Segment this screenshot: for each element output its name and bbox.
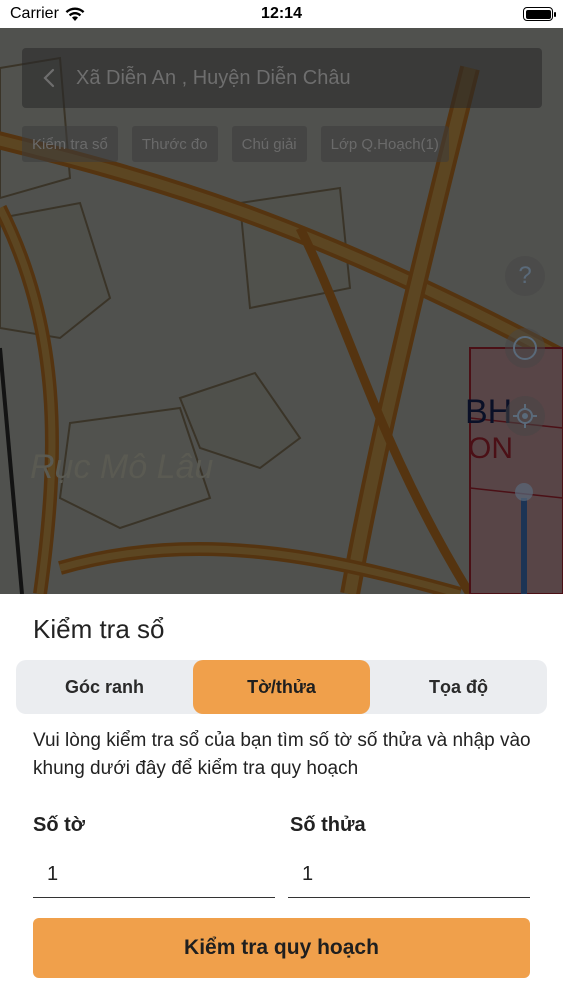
kiem-tra-so-sheet: Kiểm tra sổ Góc ranh Tờ/thửa Tọa độ Vui …: [0, 594, 563, 1000]
location-search-bar[interactable]: Xã Diễn An , Huyện Diễn Châu: [22, 48, 542, 108]
map-view[interactable]: BH ON Rục Mô Lâu Xã Diễn An , Huyện Diễn…: [0, 28, 563, 594]
so-thua-label: Số thửa: [290, 814, 366, 836]
carrier-label: Carrier: [10, 5, 59, 22]
slider-handle[interactable]: [515, 483, 533, 501]
tab-toa-do[interactable]: Tọa độ: [370, 660, 547, 714]
my-location-button[interactable]: [505, 396, 545, 436]
so-thua-input[interactable]: [288, 852, 530, 897]
so-to-field-wrapper: [33, 852, 275, 898]
chip-chu-giai[interactable]: Chú giải: [231, 126, 307, 162]
so-to-input[interactable]: [33, 852, 275, 897]
dim-overlay: [0, 28, 563, 594]
help-button[interactable]: ?: [505, 256, 545, 296]
chip-lop-quy-hoach[interactable]: Lớp Q.Hoạch(1): [320, 126, 449, 162]
chip-thuoc-do[interactable]: Thước đo: [131, 126, 218, 162]
tab-to-thua[interactable]: Tờ/thửa: [193, 660, 370, 714]
so-to-label: Số tờ: [33, 814, 85, 836]
clock: 12:14: [261, 5, 302, 22]
tab-goc-ranh[interactable]: Góc ranh: [16, 660, 193, 714]
mode-segmented-control: Góc ranh Tờ/thửa Tọa độ: [16, 660, 547, 714]
compass-icon: [513, 336, 537, 360]
status-bar: Carrier 12:14: [0, 0, 563, 28]
so-thua-field-wrapper: [288, 852, 530, 898]
help-icon: ?: [518, 262, 532, 289]
battery-icon: [523, 7, 556, 21]
instructions-text: Vui lòng kiểm tra sổ của bạn tìm số tờ s…: [33, 730, 531, 779]
sheet-title: Kiểm tra sổ: [33, 614, 165, 644]
chip-kiem-tra-so[interactable]: Kiểm tra sổ: [22, 126, 118, 162]
wifi-icon: [65, 6, 85, 21]
back-arrow-icon[interactable]: [38, 66, 62, 90]
map-tool-chips: Kiểm tra sổ Thước đo Chú giải Lớp Q.Hoạc…: [22, 126, 449, 162]
location-target-icon: [513, 404, 537, 428]
place-label: Rục Mô Lâu: [30, 448, 214, 486]
compass-button[interactable]: [505, 328, 545, 368]
status-left: Carrier: [10, 5, 85, 23]
location-title: Xã Diễn An , Huyện Diễn Châu: [76, 66, 351, 89]
kiem-tra-quy-hoach-button[interactable]: Kiểm tra quy hoạch: [33, 918, 530, 978]
